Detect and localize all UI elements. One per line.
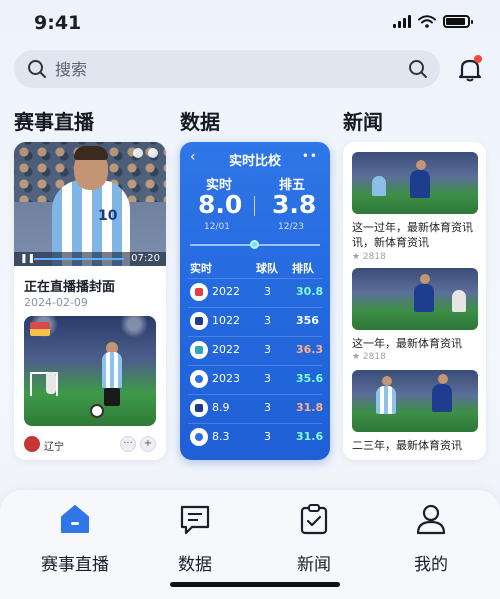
table-cell: 3 xyxy=(264,343,271,356)
table-cell: 3 xyxy=(264,401,271,414)
nav-label: 我的 xyxy=(414,555,448,575)
team-badge-icon xyxy=(190,428,208,446)
column-header: 排队 xyxy=(292,262,314,275)
section-title-news[interactable]: 新闻 xyxy=(343,106,383,135)
status-icons xyxy=(393,15,473,28)
live-title[interactable]: 正在直播播封面 xyxy=(24,276,115,295)
pause-icon[interactable]: ❚❚ xyxy=(20,254,35,264)
add-button[interactable]: + xyxy=(140,436,156,452)
live-card[interactable]: 10 ❚❚ 07:20 正在直播播封面 2024-02-09 辽宁 ··· + xyxy=(14,142,166,460)
team-badge-icon xyxy=(190,370,208,388)
right-score: 3.8 xyxy=(272,190,317,219)
flag-icon xyxy=(30,322,50,336)
wifi-icon xyxy=(418,15,436,28)
status-bar: 9:41 xyxy=(0,0,500,46)
nav-item-profile[interactable]: 我的 xyxy=(381,502,481,575)
table-cell: 31.6 xyxy=(296,430,324,443)
data-table-row[interactable]: 8.3 3 31.6 xyxy=(188,423,324,449)
home-icon xyxy=(61,505,89,533)
signal-icon xyxy=(393,15,411,28)
search-submit-icon[interactable] xyxy=(408,59,428,79)
table-cell: 2023 xyxy=(212,372,240,385)
team-badge-icon xyxy=(190,341,208,359)
news-title[interactable]: 这一过年，最新体育资讯讯，新体育资讯 xyxy=(352,220,480,250)
section-title-data[interactable]: 数据 xyxy=(180,106,220,135)
news-meta: ★ 2818 xyxy=(352,252,386,262)
nav-item-news[interactable]: 新闻 xyxy=(264,502,364,575)
table-cell: 36.3 xyxy=(296,343,324,356)
table-cell: 3 xyxy=(264,285,271,298)
chat-data-icon xyxy=(180,505,210,535)
left-score: 8.0 xyxy=(198,190,243,219)
data-table-row[interactable]: 8.9 3 31.8 xyxy=(188,394,324,420)
team-badge-icon xyxy=(190,283,208,301)
table-cell: 31.8 xyxy=(296,401,324,414)
timeline-slider-handle[interactable] xyxy=(250,240,259,249)
battery-icon xyxy=(443,15,473,28)
left-date: 12/01 xyxy=(204,222,230,232)
table-cell: 1022 xyxy=(212,314,240,327)
search-bar[interactable] xyxy=(14,50,440,88)
news-title[interactable]: 二三年，最新体育资讯 xyxy=(352,438,480,453)
live-match-image[interactable] xyxy=(24,316,156,426)
table-cell: 8.3 xyxy=(212,430,230,443)
data-table-row[interactable]: 2023 3 35.6 xyxy=(188,365,324,391)
live-overlay-icons xyxy=(133,148,158,158)
live-video-thumbnail[interactable]: 10 ❚❚ 07:20 xyxy=(14,142,166,266)
data-table-row[interactable]: 1022 3 356 xyxy=(188,307,322,333)
live-footer: 辽宁 ··· + xyxy=(24,436,156,454)
table-cell: 30.8 xyxy=(296,285,324,298)
team-badge-icon xyxy=(190,399,208,417)
news-meta: ★ 2818 xyxy=(352,352,386,362)
news-image[interactable] xyxy=(352,152,478,214)
nav-label: 新闻 xyxy=(297,555,331,575)
table-cell: 35.6 xyxy=(296,372,324,385)
data-card[interactable]: ‹ 实时比校 •• 实时 8.0 12/01 排五 3.8 12/23 实时 球… xyxy=(180,142,330,460)
notification-button[interactable] xyxy=(456,55,484,83)
more-button[interactable]: ··· xyxy=(120,436,136,452)
table-cell: 8.9 xyxy=(212,401,230,414)
section-title-live[interactable]: 赛事直播 xyxy=(14,106,94,135)
search-input[interactable] xyxy=(55,59,385,79)
nav-item-data[interactable]: 数据 xyxy=(145,502,245,575)
video-progress-bar[interactable]: ❚❚ 07:20 xyxy=(14,252,166,266)
data-table-row[interactable]: 2022 3 30.8 xyxy=(188,278,324,304)
clipboard-check-icon xyxy=(300,504,328,535)
column-header: 球队 xyxy=(256,262,278,275)
ball-icon xyxy=(90,404,104,418)
jersey-number: 10 xyxy=(98,208,118,224)
table-cell: 2022 xyxy=(212,343,240,356)
score-divider xyxy=(254,196,255,216)
data-table-row[interactable]: 2022 3 36.3 xyxy=(188,336,324,362)
column-header: 实时 xyxy=(190,262,212,275)
table-cell: 356 xyxy=(296,314,319,327)
news-image[interactable] xyxy=(352,370,478,432)
news-image[interactable] xyxy=(352,268,478,330)
more-icon[interactable]: •• xyxy=(302,149,318,163)
news-card[interactable]: 这一过年，最新体育资讯讯，新体育资讯 ★ 2818 这一年，最新体育资讯 ★ 2… xyxy=(343,142,486,460)
live-date: 2024-02-09 xyxy=(24,296,88,309)
table-cell: 3 xyxy=(264,430,271,443)
table-cell: 3 xyxy=(264,372,271,385)
team-name: 辽宁 xyxy=(44,442,64,453)
team-badge-icon xyxy=(190,312,208,330)
team-logo-icon xyxy=(24,436,40,452)
search-icon xyxy=(28,60,46,78)
nav-item-live[interactable]: 赛事直播 xyxy=(25,502,125,575)
user-icon xyxy=(416,504,446,535)
home-indicator xyxy=(170,582,340,587)
status-time: 9:41 xyxy=(34,12,82,34)
nav-label: 赛事直播 xyxy=(41,555,109,575)
table-cell: 2022 xyxy=(212,285,240,298)
notification-badge xyxy=(474,55,482,63)
nav-label: 数据 xyxy=(178,555,212,575)
video-duration: 07:20 xyxy=(131,253,160,264)
table-cell: 3 xyxy=(264,314,271,327)
right-date: 12/23 xyxy=(278,222,304,232)
news-title[interactable]: 这一年，最新体育资讯 xyxy=(352,336,480,351)
